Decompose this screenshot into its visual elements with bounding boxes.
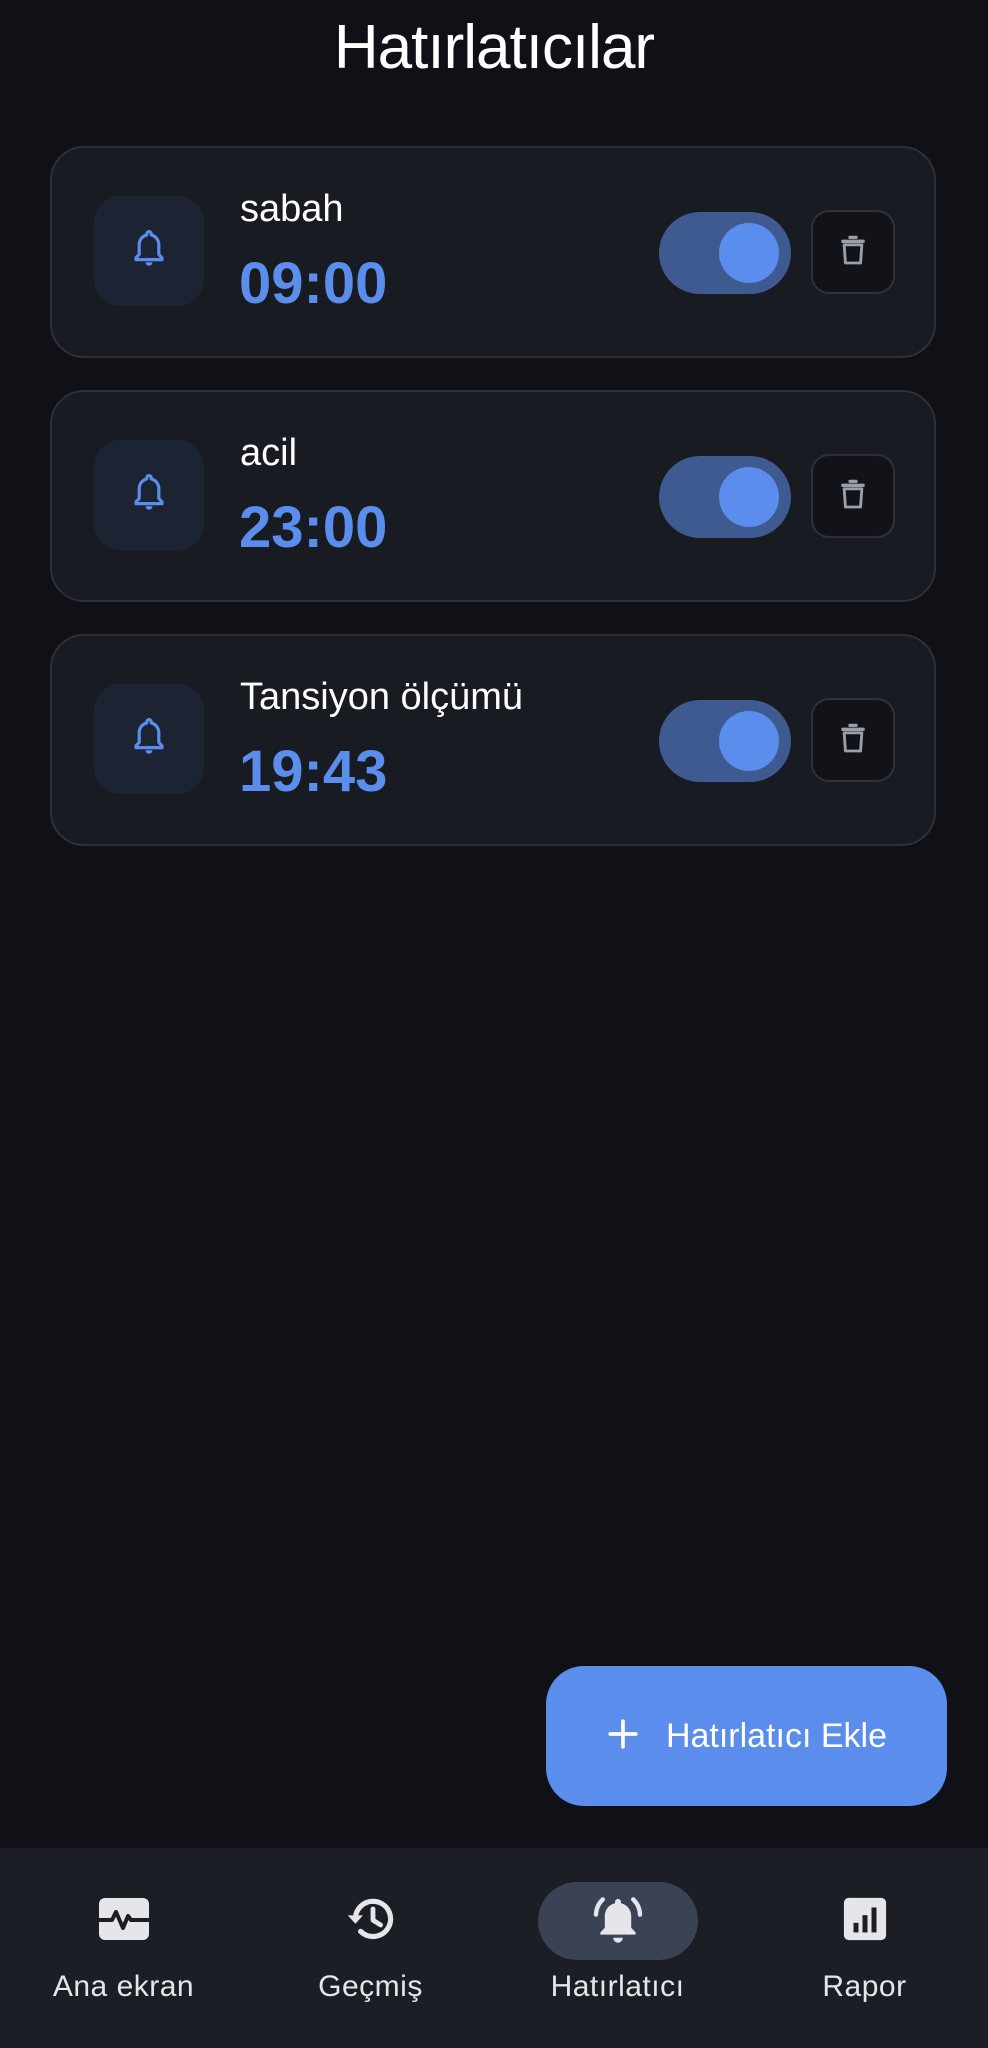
reminder-name: Tansiyon ölçümü [240, 676, 524, 718]
add-reminder-label: Hatırlatıcı Ekle [665, 1716, 888, 1755]
reminder-card[interactable]: sabah 09:00 [50, 146, 936, 358]
nav-icon-container [537, 1882, 698, 1960]
heart-pulse-icon [97, 1897, 150, 1946]
trash-icon [840, 234, 866, 271]
reminder-toggle[interactable] [659, 212, 791, 294]
nav-icon-container [291, 1882, 451, 1960]
history-icon [345, 1895, 397, 1948]
nav-item-reminders[interactable]: Hatırlatıcı [494, 1848, 741, 2048]
delete-button[interactable] [811, 454, 895, 538]
page-title: Hatırlatıcılar [333, 13, 655, 82]
bottom-navigation: Ana ekran Geçmiş Hatırlatıcı Rapor [0, 1848, 988, 2048]
toggle-knob [719, 711, 779, 771]
reminder-time: 19:43 [239, 739, 388, 804]
plus-icon [606, 1717, 640, 1756]
nav-label-history: Geçmiş [318, 1970, 423, 2003]
reminder-time: 23:00 [239, 495, 388, 560]
nav-icon-container [44, 1882, 204, 1960]
nav-item-report[interactable]: Rapor [741, 1848, 988, 2048]
reminder-icon-box [94, 440, 204, 550]
nav-item-home[interactable]: Ana ekran [0, 1848, 247, 2048]
reminder-card[interactable]: Tansiyon ölçümü 19:43 [50, 634, 936, 846]
bell-icon [130, 472, 168, 519]
nav-label-reminders: Hatırlatıcı [550, 1970, 685, 2003]
reminder-toggle[interactable] [659, 700, 791, 782]
reminder-toggle[interactable] [659, 456, 791, 538]
delete-button[interactable] [811, 210, 895, 294]
trash-icon [840, 722, 866, 759]
reminder-name: acil [240, 432, 298, 474]
reminder-icon-box [94, 684, 204, 794]
trash-icon [840, 478, 866, 515]
reminder-name: sabah [240, 188, 344, 230]
nav-label-home: Ana ekran [52, 1970, 195, 2003]
reminder-icon-box [94, 196, 204, 306]
toggle-knob [719, 223, 779, 283]
bell-icon [130, 228, 168, 275]
nav-icon-container [785, 1882, 945, 1960]
reminder-card[interactable]: acil 23:00 [50, 390, 936, 602]
toggle-knob [719, 467, 779, 527]
delete-button[interactable] [811, 698, 895, 782]
nav-item-history[interactable]: Geçmiş [247, 1848, 494, 2048]
bell-ringing-icon [590, 1893, 646, 1950]
bar-chart-icon [842, 1896, 888, 1947]
reminder-time: 09:00 [239, 251, 388, 316]
nav-label-report: Rapor [822, 1970, 907, 2003]
add-reminder-button[interactable]: Hatırlatıcı Ekle [546, 1666, 947, 1806]
bell-icon [130, 716, 168, 763]
